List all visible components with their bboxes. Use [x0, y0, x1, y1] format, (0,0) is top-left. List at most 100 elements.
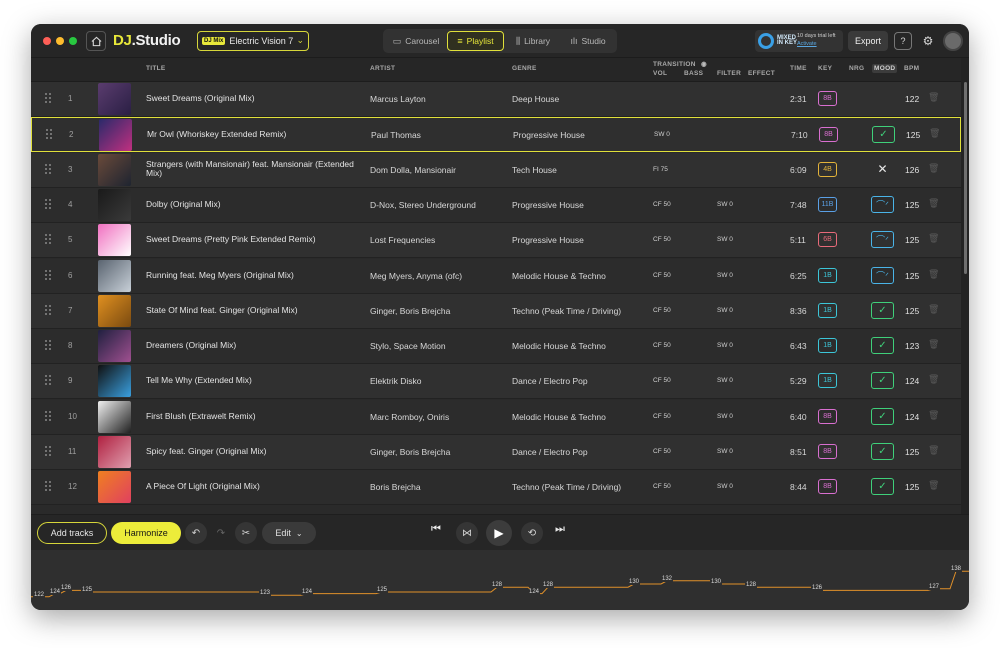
tab-playlist[interactable]: ≡ Playlist — [447, 31, 504, 51]
table-row[interactable]: 11 Spicy feat. Ginger (Original Mix) Gin… — [31, 435, 961, 470]
table-row[interactable]: 9 Tell Me Why (Extended Mix) Elektrik Di… — [31, 364, 961, 400]
trash-icon[interactable]: 🗑 — [928, 304, 939, 315]
col-bpm[interactable]: BPM — [904, 65, 919, 72]
edit-menu-button[interactable]: Edit ⌄ — [262, 522, 316, 544]
export-button[interactable]: Export — [848, 31, 888, 51]
table-row[interactable]: 10 First Blush (Extrawelt Remix) Marc Ro… — [31, 399, 961, 435]
bpm-timeline[interactable]: 122 124 126 125 123 124 125 128 124 128 130 132 130 1… — [31, 550, 969, 610]
tab-studio[interactable]: ılı Studio — [562, 31, 614, 51]
col-title[interactable]: TITLE — [146, 65, 166, 72]
trash-icon[interactable]: 🗑 — [929, 128, 940, 139]
trash-icon[interactable]: 🗑 — [928, 374, 939, 385]
trash-icon[interactable]: 🗑 — [928, 480, 939, 491]
help-button[interactable]: ? — [894, 32, 912, 50]
minimize-window-button[interactable] — [56, 37, 64, 45]
eye-icon[interactable]: ◉ — [701, 60, 707, 68]
mood-wave-icon[interactable]: ⌒ᐟ — [871, 195, 894, 213]
transition-filter[interactable]: SW 0 — [717, 272, 733, 279]
mood-check-icon[interactable]: ✓ — [871, 337, 894, 355]
trash-icon[interactable]: 🗑 — [928, 92, 939, 103]
transition-filter[interactable]: SW 0 — [717, 236, 733, 243]
table-row[interactable]: 6 Running feat. Meg Myers (Original Mix)… — [31, 258, 961, 294]
transition-filter[interactable]: SW 0 — [717, 307, 733, 314]
trash-icon[interactable]: 🗑 — [928, 233, 939, 244]
transition-filter[interactable]: SW 0 — [717, 201, 733, 208]
tab-library[interactable]: ⫼ Library — [506, 31, 560, 51]
table-row[interactable]: 12 A Piece Of Light (Original Mix) Boris… — [31, 470, 961, 506]
avatar[interactable] — [943, 31, 963, 51]
col-nrg[interactable]: NRG — [849, 65, 864, 72]
mood-check-icon[interactable]: ✓ — [871, 407, 894, 425]
mood-check-icon[interactable]: ✓ — [871, 443, 894, 460]
loop-button[interactable]: ⟲ — [521, 522, 543, 544]
transition-filter[interactable]: SW 0 — [717, 483, 733, 490]
table-row[interactable]: 4 Dolby (Original Mix) D-Nox, Stereo Und… — [31, 187, 961, 223]
drag-handle-icon[interactable] — [45, 233, 53, 247]
transition-vol[interactable]: CF 50 — [653, 272, 671, 279]
close-window-button[interactable] — [43, 37, 51, 45]
transition-button[interactable]: ⋈ — [456, 522, 478, 544]
drag-handle-icon[interactable] — [45, 339, 53, 353]
trash-icon[interactable]: 🗑 — [928, 339, 939, 350]
activate-link[interactable]: Activate — [797, 41, 817, 47]
trash-icon[interactable]: 🗑 — [928, 445, 939, 456]
transition-vol[interactable]: CF 50 — [653, 448, 671, 455]
table-row[interactable]: 2 Mr Owl (Whoriskey Extended Remix) Paul… — [31, 117, 961, 153]
home-button[interactable] — [86, 31, 106, 51]
tab-carousel[interactable]: ▭ Carousel — [387, 31, 445, 51]
add-tracks-button[interactable]: Add tracks — [37, 522, 107, 544]
table-row[interactable]: 7 State Of Mind feat. Ginger (Original M… — [31, 293, 961, 329]
redo-button[interactable]: ↷ — [210, 522, 232, 544]
transition-filter[interactable]: SW 0 — [717, 448, 733, 455]
zoom-window-button[interactable] — [69, 37, 77, 45]
drag-handle-icon[interactable] — [45, 198, 53, 212]
trash-icon[interactable]: 🗑 — [928, 410, 939, 421]
table-row[interactable]: 5 Sweet Dreams (Pretty Pink Extended Rem… — [31, 223, 961, 259]
transition-vol[interactable]: CF 50 — [653, 236, 671, 243]
mood-check-icon[interactable]: ✓ — [871, 301, 894, 319]
transition-vol[interactable]: CF 50 — [653, 307, 671, 314]
trash-icon[interactable]: 🗑 — [928, 198, 939, 209]
drag-handle-icon[interactable] — [45, 92, 53, 106]
col-key[interactable]: KEY — [818, 65, 832, 72]
table-row[interactable]: 8 Dreamers (Original Mix) Stylo, Space M… — [31, 329, 961, 365]
drag-handle-icon[interactable] — [45, 374, 53, 388]
drag-handle-icon[interactable] — [45, 304, 53, 318]
drag-handle-icon[interactable] — [45, 163, 53, 177]
mood-cross-icon[interactable]: ✕ — [871, 161, 894, 178]
drag-handle-icon[interactable] — [45, 269, 53, 283]
mix-selector[interactable]: DJ Mix Electric Vision 7 ⌄ — [197, 31, 309, 51]
settings-button[interactable]: ⚙ — [919, 32, 937, 50]
table-row[interactable]: 3 Strangers (with Mansionair) feat. Mans… — [31, 152, 961, 188]
cut-button[interactable]: ✂ — [235, 522, 257, 544]
transition-vol[interactable]: CF 50 — [653, 342, 671, 349]
transition-vol[interactable]: CF 50 — [653, 483, 671, 490]
harmonize-button[interactable]: Harmonize — [111, 522, 181, 544]
transition-vol[interactable]: CF 50 — [653, 413, 671, 420]
col-time[interactable]: TIME — [790, 65, 807, 72]
transition-filter[interactable]: SW 0 — [717, 377, 733, 384]
col-genre[interactable]: GENRE — [512, 65, 537, 72]
transition-vol[interactable]: CF 50 — [653, 201, 671, 208]
undo-button[interactable]: ↶ — [185, 522, 207, 544]
drag-handle-icon[interactable] — [45, 410, 53, 424]
mood-check-icon[interactable]: ✓ — [871, 478, 894, 496]
transition-filter[interactable]: SW 0 — [717, 342, 733, 349]
mood-wave-icon[interactable]: ⌒ᐟ — [871, 266, 894, 284]
col-artist[interactable]: ARTIST — [370, 65, 395, 72]
scrollbar-thumb[interactable] — [964, 82, 967, 274]
transition-filter[interactable]: SW 0 — [717, 413, 733, 420]
table-row[interactable]: 1 Sweet Dreams (Original Mix) Marcus Lay… — [31, 82, 961, 117]
transition-vol[interactable]: SW 0 — [654, 131, 670, 138]
trash-icon[interactable]: 🗑 — [928, 269, 939, 280]
mood-check-icon[interactable]: ✓ — [872, 126, 895, 144]
drag-handle-icon[interactable] — [45, 445, 53, 459]
mood-wave-icon[interactable]: ⌒ᐟ — [871, 231, 894, 249]
next-track-button[interactable]: ⏭ — [555, 523, 565, 536]
drag-handle-icon[interactable] — [46, 128, 54, 142]
drag-handle-icon[interactable] — [45, 480, 53, 494]
trash-icon[interactable]: 🗑 — [928, 163, 939, 174]
previous-track-button[interactable]: ⏮ — [431, 523, 441, 536]
mood-check-icon[interactable]: ✓ — [871, 372, 894, 390]
col-mood[interactable]: MOOD — [872, 64, 898, 73]
